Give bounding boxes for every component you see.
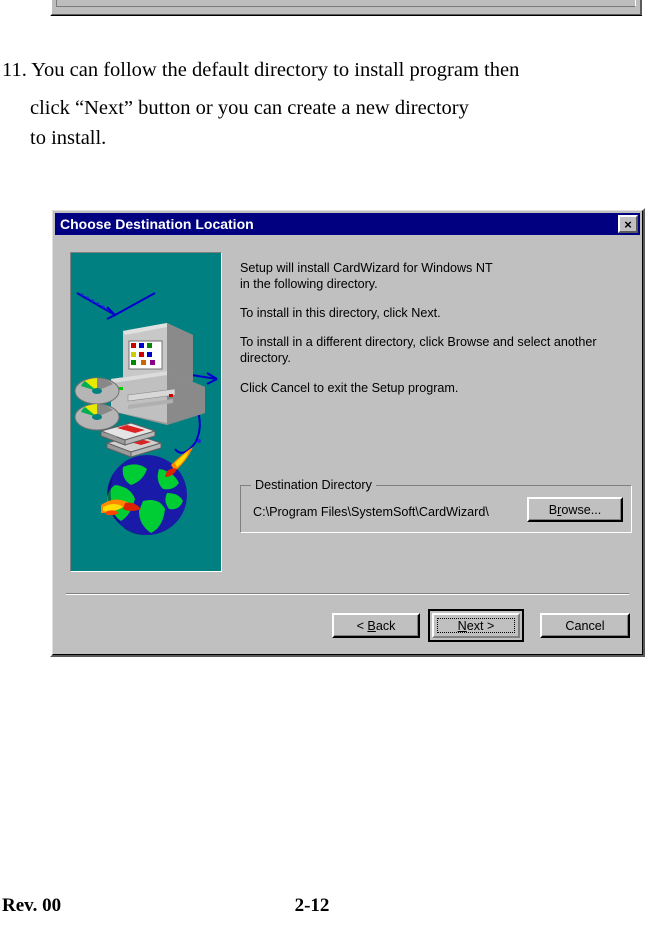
instruction-body: click “Next” button or you can create a …	[0, 94, 654, 154]
browse-label-prefix: B	[548, 502, 558, 517]
instruction-body-last-line: to install.	[30, 126, 107, 149]
dialog-separator	[66, 593, 629, 595]
destination-directory-legend: Destination Directory	[251, 478, 376, 492]
next-button-label: Next >	[458, 619, 495, 633]
setup-illustration	[70, 252, 222, 572]
body-paragraph-2: To install in this directory, click Next…	[240, 305, 630, 321]
body-line-2: To install in this directory, click Next…	[240, 306, 441, 321]
choose-destination-location-dialog: Choose Destination Location × Setup will…	[50, 208, 645, 657]
back-label-suffix: ack	[375, 618, 396, 633]
body-paragraph-4: Click Cancel to exit the Setup program.	[240, 380, 630, 396]
setup-artwork-icon	[71, 253, 221, 571]
back-label-prefix: <	[356, 618, 368, 633]
close-glyph: ×	[624, 216, 632, 232]
cancel-button[interactable]: Cancel	[540, 613, 630, 638]
body-line-1b: in the following directory.	[240, 277, 378, 292]
destination-directory-group: Destination Directory C:\Program Files\S…	[240, 478, 632, 533]
browse-button-label: Browse...	[549, 503, 602, 517]
instruction-number: 11.	[2, 59, 27, 81]
close-icon[interactable]: ×	[618, 215, 638, 233]
browse-button[interactable]: Browse...	[527, 497, 623, 522]
instruction-first-line: 11. You can follow the default directory…	[0, 56, 654, 86]
destination-path-value: C:\Program Files\SystemSoft\CardWizard\	[253, 505, 489, 519]
instruction-body-line: click “Next” button or you can create a …	[30, 96, 469, 119]
next-button-default-outline: Next >	[428, 609, 524, 642]
dialog-body-text: Setup will install CardWizard for Window…	[240, 260, 630, 396]
next-label-suffix: ext >	[466, 618, 495, 633]
body-paragraph-1: Setup will install CardWizard for Window…	[240, 260, 630, 292]
body-paragraph-3: To install in a different directory, cli…	[240, 334, 630, 366]
dialog-title: Choose Destination Location	[60, 216, 254, 232]
body-line-4: Click Cancel to exit the Setup program.	[240, 380, 459, 395]
cancel-button-label: Cancel	[565, 618, 605, 633]
partial-dialog-shadow	[51, 15, 642, 16]
partial-dialog-strip	[50, 0, 642, 16]
back-label-accel: B	[367, 618, 376, 633]
dialog-button-row: < Back Next > Cancel	[52, 609, 643, 642]
dialog-titlebar[interactable]: Choose Destination Location ×	[55, 213, 640, 235]
next-button[interactable]: Next >	[432, 613, 520, 638]
body-line-3b: directory.	[240, 351, 291, 366]
body-line-1a: Setup will install CardWizard for Window…	[240, 261, 493, 275]
partial-dialog-face	[50, 0, 642, 16]
footer-page-number: 2-12	[294, 895, 330, 916]
instruction-line1-text: You can follow the default directory to …	[31, 59, 520, 81]
next-label-accel: N	[457, 618, 467, 633]
instruction-paragraph: 11. You can follow the default directory…	[0, 56, 654, 154]
body-line-3a: To install in a different directory, cli…	[240, 335, 597, 350]
back-button-label: < Back	[357, 619, 396, 633]
browse-label-suffix: owse...	[561, 502, 602, 517]
back-button[interactable]: < Back	[332, 613, 420, 638]
page-footer: Rev. 00 2-12	[0, 895, 654, 925]
partial-dialog-inner-bevel	[56, 0, 636, 7]
